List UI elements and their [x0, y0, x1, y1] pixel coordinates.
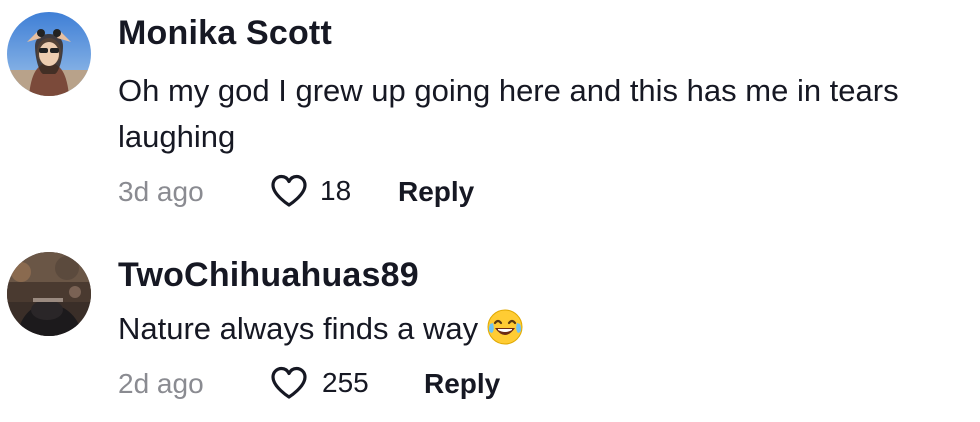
comment-text-content: Nature always finds a way — [118, 311, 479, 346]
comment-text: Oh my god I grew up going here and this … — [118, 73, 899, 154]
comment-timestamp: 2d ago — [118, 368, 204, 399]
like-button[interactable]: 255 — [270, 366, 369, 400]
like-count: 255 — [322, 367, 369, 398]
comment-text: Nature always finds a way — [118, 306, 976, 352]
avatar[interactable] — [7, 12, 91, 96]
avatar-photo — [7, 252, 91, 336]
avatar-photo — [7, 12, 91, 96]
avatar[interactable] — [7, 252, 91, 336]
comment-list: Monika Scott Oh my god I grew up going h… — [0, 0, 980, 422]
comment-username[interactable]: TwoChihuahuas89 — [118, 256, 419, 295]
like-count: 18 — [320, 175, 352, 206]
reply-button[interactable]: Reply — [424, 368, 500, 400]
comment-actions: 3d ago 18 Reply — [118, 172, 818, 212]
comment-username[interactable]: Monika Scott — [118, 14, 332, 53]
reply-button[interactable]: Reply — [398, 176, 474, 208]
tears-of-joy-emoji-icon — [487, 309, 523, 345]
heart-outline-icon — [271, 366, 307, 399]
like-button[interactable]: 18 — [270, 174, 351, 208]
heart-outline-icon — [271, 174, 307, 207]
comment-actions: 2d ago 255 Reply — [118, 364, 818, 404]
comment-timestamp: 3d ago — [118, 176, 204, 207]
